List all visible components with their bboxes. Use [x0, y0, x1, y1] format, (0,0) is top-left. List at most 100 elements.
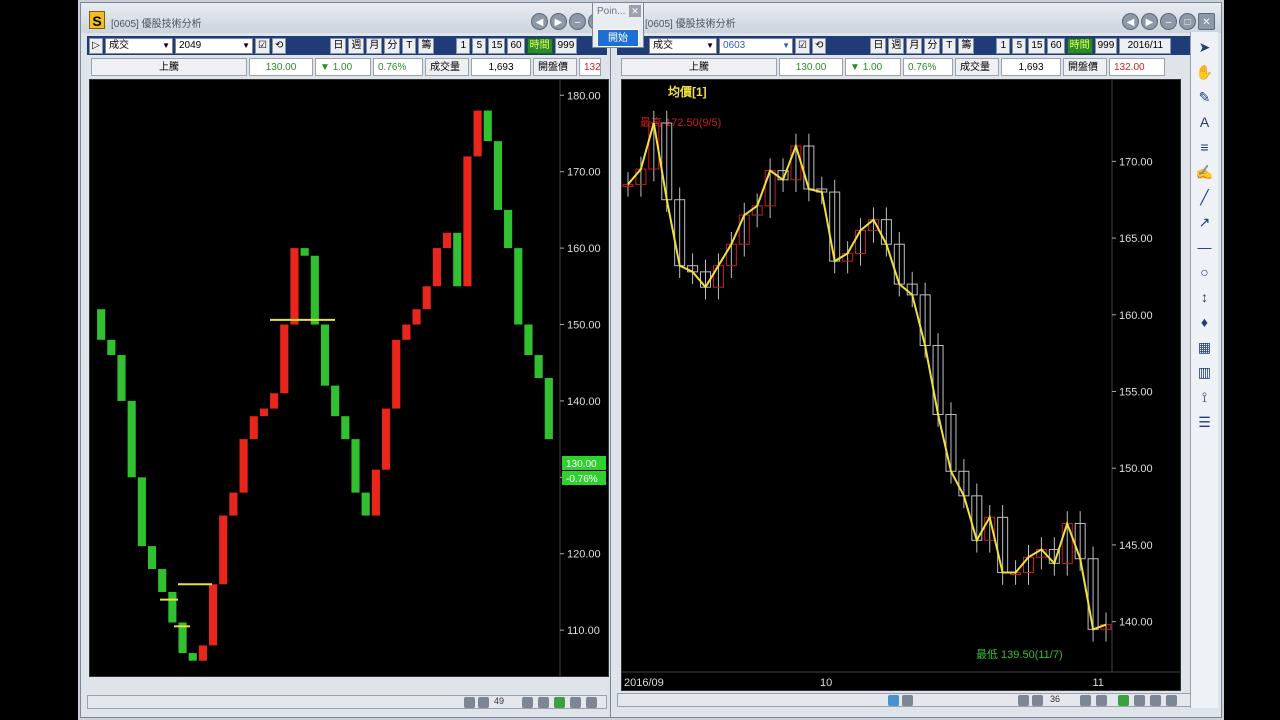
price-tick-label: 140.00 — [1119, 617, 1153, 629]
circle-icon[interactable]: ○ — [1195, 262, 1215, 282]
lines-icon[interactable]: ≡ — [1195, 137, 1215, 157]
back-icon[interactable]: ◀ — [1122, 13, 1139, 30]
channel-icon[interactable]: ☰ — [1195, 412, 1215, 432]
minimize-icon[interactable]: – — [1160, 13, 1177, 30]
forward-icon[interactable]: ▶ — [550, 13, 567, 30]
draw-icon[interactable]: ✍ — [1195, 162, 1215, 182]
line-icon[interactable]: ╱ — [1195, 187, 1215, 207]
grid-icon[interactable]: ▦ — [1195, 337, 1215, 357]
close-icon[interactable]: ✕ — [629, 5, 641, 17]
interval-5[interactable]: 5 — [1012, 37, 1027, 54]
interval-5[interactable]: 5 — [472, 37, 487, 54]
right-titlebar[interactable]: [0605] 優股技術分析 ◀ ▶ – □ ✕ — [611, 3, 1221, 33]
link-icon[interactable]: ⟲ — [811, 37, 827, 54]
close-icon[interactable]: ✕ — [1198, 13, 1215, 30]
bars-count-field[interactable]: 999 — [554, 37, 578, 54]
grid-icon[interactable] — [1118, 695, 1129, 706]
bars-icon[interactable]: ▥ — [1195, 362, 1215, 382]
chart-bar — [412, 309, 421, 325]
tab-day[interactable]: 日 — [870, 37, 887, 54]
chart-bar — [392, 339, 401, 409]
arrow-icon[interactable]: ↕ — [1195, 287, 1215, 307]
tab-day[interactable]: 日 — [330, 37, 347, 54]
tab-minute[interactable]: 分 — [384, 37, 401, 54]
page-icon[interactable] — [522, 697, 533, 708]
start-button[interactable]: 開始 — [597, 29, 639, 47]
tab-chip[interactable]: 籌 — [418, 37, 435, 54]
export-icon[interactable] — [1166, 695, 1177, 706]
zoom-in-icon[interactable] — [478, 697, 489, 708]
chart-bar — [229, 492, 238, 516]
interval-1[interactable]: 1 — [996, 37, 1011, 54]
text-icon[interactable]: A — [1195, 112, 1215, 132]
forward-icon[interactable]: ▶ — [1141, 13, 1158, 30]
date-field[interactable]: 2016/11 — [1119, 37, 1172, 54]
left-count-value: 2049 — [179, 39, 202, 51]
tab-week[interactable]: 週 — [348, 37, 365, 54]
fan-icon[interactable]: ⟟ — [1195, 387, 1215, 407]
date-tick-label: 2016/09 — [624, 677, 664, 689]
grid-icon[interactable] — [554, 697, 565, 708]
left-titlebar[interactable]: S [0605] 優股技術分析 ◀ ▶ – □ — [81, 3, 611, 33]
price-tick-label: 170.00 — [567, 167, 601, 179]
link-icon[interactable]: ⟲ — [271, 37, 287, 54]
checkbox-icon[interactable]: ☑ — [255, 37, 270, 54]
left-count-select[interactable]: 2049 ▼ — [175, 37, 253, 54]
hand-icon[interactable]: ✋ — [1195, 62, 1215, 82]
scroll-left-icon[interactable] — [888, 695, 899, 706]
right-chart-svg[interactable]: 均價[1] 最高 172.50(9/5) 最低 139.50(11/7) 170… — [622, 80, 1180, 690]
settings-icon[interactable] — [570, 697, 581, 708]
open-value: 132 — [579, 58, 601, 76]
zoom-in-icon[interactable] — [1032, 695, 1043, 706]
date-tick-label: 11 — [1092, 677, 1103, 689]
left-scrollbar[interactable]: 49 — [87, 695, 607, 709]
time-button[interactable]: 時間 — [526, 37, 553, 54]
right-scrollbar[interactable]: 36 — [617, 693, 1217, 707]
left-chart-area[interactable]: 180.00 170.00 160.00 150.00 140.00 130.00 120.… — [89, 79, 609, 677]
print-icon[interactable] — [1150, 695, 1161, 706]
ray-icon[interactable]: ↗ — [1195, 212, 1215, 232]
left-chart-svg[interactable]: 180.00 170.00 160.00 150.00 140.00 130.00 120.… — [90, 80, 608, 676]
bars-count-field[interactable]: 999 — [1094, 37, 1118, 54]
pencil-icon[interactable]: ✎ — [1195, 87, 1215, 107]
right-chart-area[interactable]: 均價[1] 最高 172.50(9/5) 最低 139.50(11/7) 170… — [621, 79, 1181, 691]
zoom-out-icon[interactable] — [1018, 695, 1029, 706]
last-change-tag-text: -0.76% — [566, 474, 598, 485]
zoom-out-icon[interactable] — [464, 697, 475, 708]
right-count-select[interactable]: 0603 ▼ — [719, 37, 793, 54]
interval-60[interactable]: 60 — [507, 37, 525, 54]
maximize-icon[interactable]: □ — [1179, 13, 1196, 30]
minimize-icon[interactable]: – — [569, 13, 586, 30]
price-value: 130.00 — [779, 58, 843, 76]
tab-chip[interactable]: 籌 — [958, 37, 975, 54]
page-icon[interactable] — [1096, 695, 1107, 706]
cursor-icon[interactable]: ➤ — [1195, 37, 1215, 57]
tab-week[interactable]: 週 — [888, 37, 905, 54]
interval-60[interactable]: 60 — [1047, 37, 1065, 54]
hline-icon[interactable]: — — [1195, 237, 1215, 257]
page-icon[interactable] — [1080, 695, 1091, 706]
interval-15[interactable]: 15 — [1028, 37, 1046, 54]
tab-tick[interactable]: T — [942, 37, 957, 54]
left-period-select[interactable]: 成交 ▼ — [105, 37, 173, 54]
price-tick-label: 145.00 — [1119, 540, 1153, 552]
checkbox-icon[interactable]: ☑ — [795, 37, 810, 54]
interval-1[interactable]: 1 — [456, 37, 471, 54]
chart-bar — [534, 355, 543, 378]
price-tick-label: 155.00 — [1119, 387, 1153, 399]
settings-icon[interactable] — [1134, 695, 1145, 706]
tab-minute[interactable]: 分 — [924, 37, 941, 54]
tab-month[interactable]: 月 — [366, 37, 383, 54]
right-period-select[interactable]: 成交 ▼ — [649, 37, 717, 54]
play-icon[interactable]: ▷ — [89, 37, 103, 54]
marker-icon[interactable]: ♦ — [1195, 312, 1215, 332]
scroll-right-icon[interactable] — [902, 695, 913, 706]
print-icon[interactable] — [586, 697, 597, 708]
tab-month[interactable]: 月 — [906, 37, 923, 54]
back-icon[interactable]: ◀ — [531, 13, 548, 30]
page-icon[interactable] — [538, 697, 549, 708]
tab-tick[interactable]: T — [402, 37, 417, 54]
price-tick-label: 110.00 — [567, 625, 600, 637]
time-button[interactable]: 時間 — [1066, 37, 1093, 54]
interval-15[interactable]: 15 — [488, 37, 506, 54]
